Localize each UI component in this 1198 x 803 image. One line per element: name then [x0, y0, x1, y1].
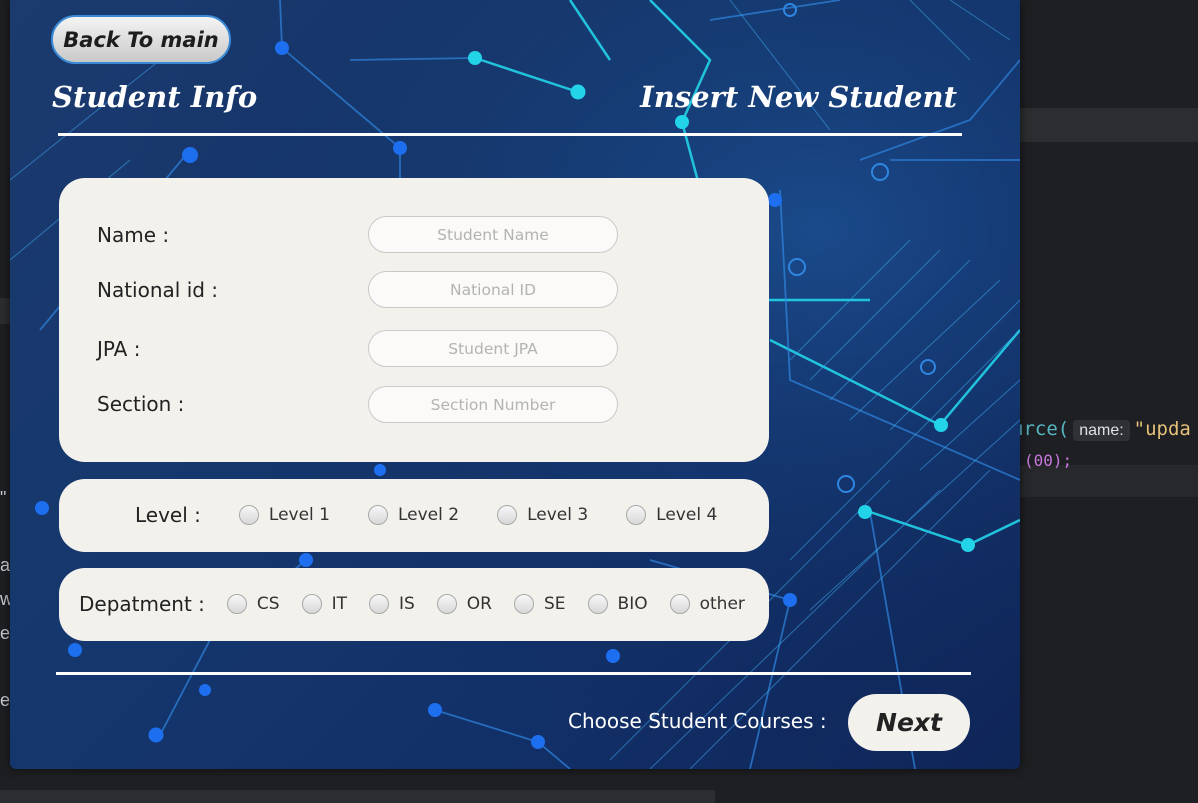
page-title-right: Insert New Student [640, 80, 957, 114]
ide-gutter-mark [0, 298, 10, 324]
level-2-radio[interactable]: Level 2 [367, 505, 460, 525]
radio-circle-icon[interactable] [226, 594, 247, 614]
radio-label: OR [466, 594, 492, 614]
radio-circle-icon[interactable] [587, 594, 608, 614]
department-bio-radio[interactable]: BIO [587, 594, 648, 614]
radio-circle-icon[interactable] [626, 505, 647, 525]
next-button[interactable]: Next [848, 694, 970, 751]
radio-circle-icon[interactable] [368, 594, 389, 614]
ide-scrollbar[interactable] [0, 790, 715, 803]
radio-label: IS [398, 594, 415, 614]
department-label: Depatment : [79, 592, 205, 616]
student-name-input[interactable] [368, 216, 618, 253]
radio-circle-icon[interactable] [367, 505, 388, 525]
department-cs-radio[interactable]: CS [226, 594, 280, 614]
radio-circle-icon[interactable] [497, 505, 518, 525]
radio-circle-icon[interactable] [514, 594, 534, 614]
radio-label: SE [544, 594, 566, 614]
ide-code-line-2: (00); [1024, 451, 1073, 470]
footer-divider [56, 672, 971, 675]
page-title-left: Student Info [52, 80, 258, 114]
radio-label: Level 2 [397, 505, 460, 525]
name-label: Name : [97, 223, 170, 247]
radio-label: Level 3 [527, 505, 589, 525]
ide-left-char: e [0, 623, 11, 643]
radio-circle-icon[interactable] [436, 594, 457, 614]
department-it-radio[interactable]: IT [301, 594, 347, 614]
ide-code-line: urce(name: "upda [1012, 418, 1191, 441]
level-3-radio[interactable]: Level 3 [497, 505, 588, 525]
radio-label: other [699, 594, 745, 614]
section-label: Section : [97, 392, 185, 416]
ide-inlay-hint: name: [1073, 420, 1130, 441]
national-id-label: National id : [97, 278, 219, 302]
level-label: Level : [135, 503, 201, 527]
national-id-input[interactable] [368, 271, 618, 308]
radio-circle-icon[interactable] [669, 594, 690, 614]
level-card: Level : Level 1 Level 2 Level 3 Level 4 [59, 479, 769, 552]
ide-left-char: a [0, 555, 11, 575]
header-divider [58, 133, 962, 136]
app-window: Back To main Student Info Insert New Stu… [10, 0, 1020, 769]
department-other-radio[interactable]: other [669, 594, 745, 614]
department-radio-group: Depatment : CS IT IS OR SE BIO other [79, 592, 745, 616]
section-number-input[interactable] [368, 386, 618, 423]
student-jpa-input[interactable] [368, 330, 618, 367]
ide-code-prefix: urce( [1012, 418, 1070, 440]
radio-label: IT [331, 594, 347, 614]
radio-label: CS [256, 594, 280, 614]
ide-left-char: " [0, 488, 7, 508]
department-card: Depatment : CS IT IS OR SE BIO other [59, 568, 769, 641]
department-is-radio[interactable]: IS [368, 594, 415, 614]
ide-left-char: e [0, 690, 11, 710]
student-info-card: Name : National id : JPA : Section : [59, 178, 769, 462]
back-to-main-button[interactable]: Back To main [51, 15, 231, 64]
level-4-radio[interactable]: Level 4 [626, 505, 717, 525]
radio-label: BIO [617, 594, 648, 614]
radio-label: Level 1 [268, 505, 330, 525]
ide-code-string: "upda [1133, 418, 1191, 440]
jpa-label: JPA : [97, 337, 141, 361]
radio-label: Level 4 [656, 505, 718, 525]
radio-circle-icon[interactable] [238, 505, 259, 525]
ide-highlight-bar [1020, 108, 1198, 142]
radio-circle-icon[interactable] [301, 594, 322, 614]
choose-courses-label: Choose Student Courses : [568, 709, 827, 733]
level-1-radio[interactable]: Level 1 [238, 505, 330, 525]
department-or-radio[interactable]: OR [436, 594, 492, 614]
level-radio-group: Level : Level 1 Level 2 Level 3 Level 4 [135, 503, 717, 527]
department-se-radio[interactable]: SE [514, 594, 566, 614]
